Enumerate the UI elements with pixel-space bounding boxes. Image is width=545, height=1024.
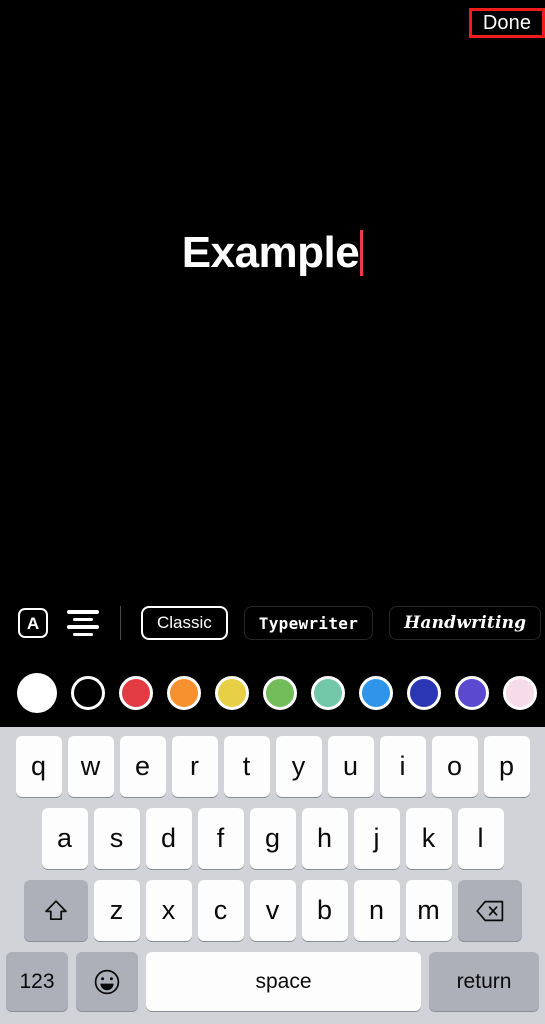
color-swatch-blue[interactable] [359, 676, 393, 710]
shift-arrow-icon [44, 899, 67, 920]
color-swatch-green[interactable] [263, 676, 297, 710]
a-in-box-icon: A [18, 608, 48, 638]
key-i[interactable]: i [379, 736, 426, 797]
text-caret [360, 230, 364, 277]
text-alignment-button[interactable] [66, 606, 100, 640]
done-button-label: Done [482, 12, 532, 34]
key-d[interactable]: d [145, 808, 192, 869]
key-q[interactable]: q [15, 736, 62, 797]
key-z[interactable]: z [93, 880, 140, 941]
text-entry-value: Example [181, 228, 360, 277]
color-swatch-white[interactable] [17, 673, 57, 713]
backspace-delete-icon [475, 900, 503, 921]
color-swatch-purple[interactable] [455, 676, 489, 710]
done-button[interactable]: Done [469, 8, 545, 38]
space-key-label: space [255, 969, 312, 993]
key-f[interactable]: f [197, 808, 244, 869]
color-swatch-orange[interactable] [167, 676, 201, 710]
color-swatch-red[interactable] [119, 676, 153, 710]
color-swatch-black[interactable] [71, 676, 105, 710]
color-palette [0, 668, 545, 718]
shift-key[interactable] [23, 880, 88, 941]
key-v[interactable]: v [249, 880, 296, 941]
key-e[interactable]: e [119, 736, 166, 797]
numeric-keyboard-key[interactable]: 123 [6, 952, 68, 1011]
phone-screen: Done Example A Classic Typewriter Handwr… [0, 0, 545, 1024]
key-n[interactable]: n [353, 880, 400, 941]
on-screen-keyboard: qwertyuiop asdfghjkl zxcvbnm 123 space r… [0, 727, 545, 1024]
key-s[interactable]: s [93, 808, 140, 869]
keyboard-row-2: asdfghjkl [0, 808, 545, 869]
key-g[interactable]: g [249, 808, 296, 869]
key-w[interactable]: w [67, 736, 114, 797]
style-toolbar: A Classic Typewriter Handwriting [0, 598, 545, 648]
top-bar: Done [0, 0, 545, 44]
font-option-handwriting-label: Handwriting [404, 613, 527, 633]
color-swatch-yellow[interactable] [215, 676, 249, 710]
key-m[interactable]: m [405, 880, 452, 941]
keyboard-row-3: zxcvbnm [0, 880, 545, 941]
text-entry-line[interactable]: Example [0, 228, 545, 277]
color-swatch-teal-green[interactable] [311, 676, 345, 710]
text-background-button[interactable]: A [16, 606, 50, 640]
key-b[interactable]: b [301, 880, 348, 941]
key-j[interactable]: j [353, 808, 400, 869]
font-option-typewriter-label: Typewriter [258, 613, 359, 633]
key-a[interactable]: a [41, 808, 88, 869]
key-t[interactable]: t [223, 736, 270, 797]
key-o[interactable]: o [431, 736, 478, 797]
key-l[interactable]: l [457, 808, 504, 869]
keyboard-row-1: qwertyuiop [0, 736, 545, 797]
delete-key[interactable] [457, 880, 522, 941]
emoji-keyboard-key[interactable] [76, 952, 138, 1011]
toolbar-divider [120, 606, 121, 640]
color-swatch-dark-blue[interactable] [407, 676, 441, 710]
align-center-icon [66, 610, 100, 636]
key-y[interactable]: y [275, 736, 322, 797]
key-u[interactable]: u [327, 736, 374, 797]
keyboard-row-3-letters: zxcvbnm [91, 880, 455, 941]
font-option-classic[interactable]: Classic [141, 606, 228, 640]
return-key[interactable]: return [429, 952, 539, 1011]
space-key[interactable]: space [146, 952, 421, 1011]
font-option-handwriting[interactable]: Handwriting [389, 606, 542, 640]
font-option-typewriter[interactable]: Typewriter [243, 606, 374, 640]
key-x[interactable]: x [145, 880, 192, 941]
key-c[interactable]: c [197, 880, 244, 941]
text-canvas[interactable]: Example [0, 44, 545, 584]
color-swatch-pale-pink[interactable] [503, 676, 537, 710]
font-option-classic-label: Classic [157, 613, 212, 632]
return-key-label: return [456, 969, 512, 993]
numeric-keyboard-key-label: 123 [19, 969, 55, 993]
key-k[interactable]: k [405, 808, 452, 869]
key-p[interactable]: p [483, 736, 530, 797]
key-h[interactable]: h [301, 808, 348, 869]
keyboard-row-4: 123 space return [0, 952, 545, 1011]
smiley-face-icon [94, 969, 120, 994]
key-r[interactable]: r [171, 736, 218, 797]
